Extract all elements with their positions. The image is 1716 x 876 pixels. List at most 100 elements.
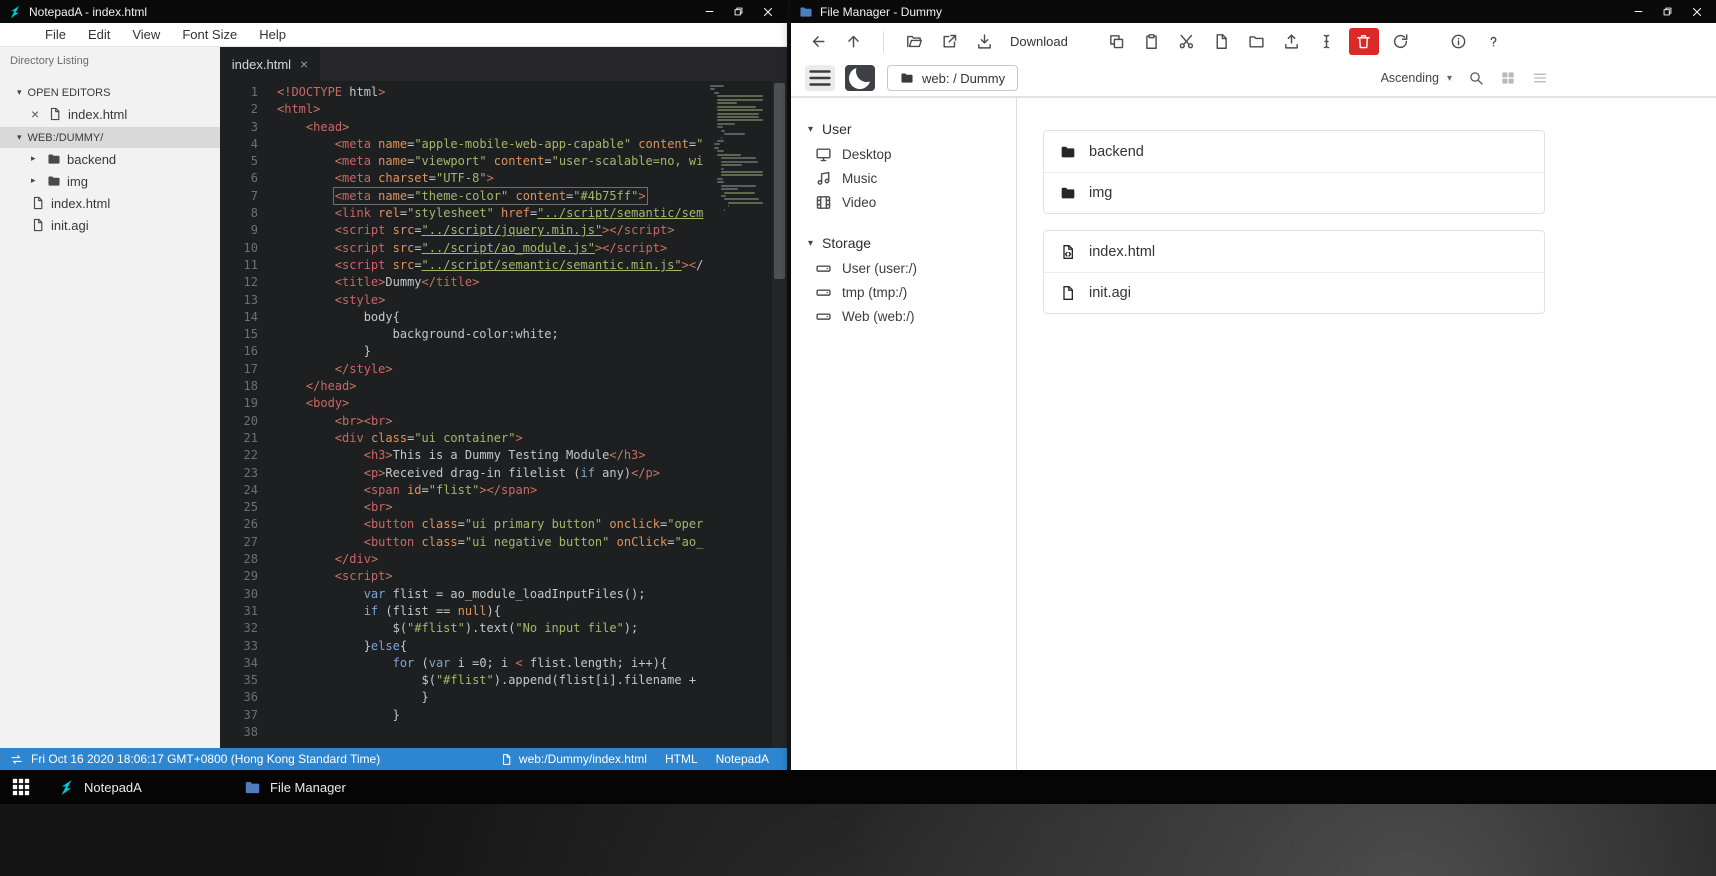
sidebar-item-desktop[interactable]: Desktop <box>791 142 1016 166</box>
dark-mode-button[interactable] <box>845 65 875 91</box>
caret-down-icon: ▾ <box>808 237 814 249</box>
cut-button[interactable] <box>1174 29 1200 55</box>
grid-view-icon[interactable] <box>1500 70 1516 86</box>
tree-item-index-html[interactable]: × index.html <box>0 103 220 125</box>
tree-item-img[interactable]: ▸ img <box>0 170 220 192</box>
open-in-new-button[interactable] <box>936 29 962 55</box>
menu-item-edit[interactable]: Edit <box>77 23 121 46</box>
sidebar-item-video[interactable]: Video <box>791 190 1016 214</box>
file-icon <box>500 753 513 766</box>
code-line: 30 var flist = ao_module_loadInputFiles(… <box>243 586 646 601</box>
menu-item-file[interactable]: File <box>34 23 77 46</box>
close-button[interactable] <box>1682 0 1711 23</box>
scrollbar-thumb[interactable] <box>774 83 785 279</box>
properties-button[interactable] <box>1446 29 1472 55</box>
code-line: 17 </style> <box>243 361 393 376</box>
file-row-backend[interactable]: backend <box>1044 131 1544 172</box>
code-line: 37 } <box>243 707 400 722</box>
download-button[interactable] <box>971 29 997 55</box>
file-row-index-html[interactable]: index.html <box>1044 231 1544 272</box>
rename-button[interactable] <box>1314 29 1340 55</box>
delete-button[interactable] <box>1348 28 1379 55</box>
search-icon[interactable] <box>1468 70 1484 86</box>
tree-section-web-dummy[interactable]: ▾ WEB:/DUMMY/ <box>0 127 220 148</box>
tree-item-init-agi[interactable]: init.agi <box>0 214 220 236</box>
statusbar-appname: NotepadA <box>715 752 769 766</box>
code-editor[interactable]: 1 <!DOCTYPE html> 2 <html> 3 <head> 4 <meta n… <box>220 81 787 748</box>
menu-button[interactable] <box>805 65 835 91</box>
caret-right-icon[interactable]: ▸ <box>31 176 41 186</box>
statusbar-language[interactable]: HTML <box>665 752 698 766</box>
start-menu-button[interactable] <box>11 777 31 797</box>
breadcrumb-path: web: / Dummy <box>922 70 1006 86</box>
folder-icon <box>1060 185 1076 201</box>
sidebar-item-music[interactable]: Music <box>791 166 1016 190</box>
code-line: 23 <p>Received drag-in filelist (if any)… <box>243 465 660 480</box>
sort-dropdown[interactable]: Ascending ▾ <box>1381 71 1452 85</box>
music-icon <box>815 170 832 187</box>
caret-right-icon[interactable]: ▸ <box>31 154 41 164</box>
code-line: 8 <link rel="stylesheet" href="../script… <box>250 206 704 221</box>
close-icon[interactable]: × <box>31 107 42 121</box>
editor-scrollbar[interactable] <box>772 81 787 748</box>
file-row-img[interactable]: img <box>1044 172 1544 213</box>
refresh-button[interactable] <box>1388 29 1414 55</box>
tab-index-html[interactable]: index.html × <box>220 47 320 81</box>
up-button[interactable] <box>840 29 866 55</box>
minimize-button[interactable] <box>695 0 724 23</box>
copy-button[interactable] <box>1104 29 1130 55</box>
restore-button[interactable] <box>724 0 753 23</box>
help-button[interactable] <box>1481 29 1507 55</box>
minimize-icon <box>704 6 715 17</box>
upload-button[interactable] <box>1279 29 1305 55</box>
tree-section-open-editors[interactable]: ▾ OPEN EDITORS <box>0 82 220 103</box>
editor-tabbar: index.html × <box>220 47 787 81</box>
copy-icon <box>1108 33 1125 50</box>
tree-item-backend[interactable]: ▸ backend <box>0 148 220 170</box>
sidebar-section-user[interactable]: ▾ User <box>791 116 1016 142</box>
paste-button[interactable] <box>1139 29 1165 55</box>
menu-item-help[interactable]: Help <box>248 23 297 46</box>
restore-button[interactable] <box>1653 0 1682 23</box>
download-label[interactable]: Download <box>1010 34 1068 49</box>
file-code-icon <box>1060 244 1076 260</box>
list-view-icon[interactable] <box>1532 70 1548 86</box>
minimize-button[interactable] <box>1624 0 1653 23</box>
caret-down-icon: ▾ <box>17 132 22 143</box>
tab-close-icon[interactable]: × <box>300 57 308 71</box>
code-line: 6 <meta charset="UTF-8"> <box>250 171 494 186</box>
folder-icon <box>47 152 61 166</box>
code-line: 20 <br><br> <box>243 413 393 428</box>
taskbar-item-notepada[interactable]: NotepadA <box>58 770 244 804</box>
code-line: 12 <title>Dummy</title> <box>243 275 480 290</box>
desktop-icon <box>815 146 832 163</box>
menu-item-view[interactable]: View <box>121 23 171 46</box>
sidebar-item-tmp-tmp[interactable]: tmp (tmp:/) <box>791 280 1016 304</box>
open-button[interactable] <box>901 29 927 55</box>
notepada-logo-icon <box>58 779 75 796</box>
film-icon <box>815 194 832 211</box>
menu-item-font-size[interactable]: Font Size <box>171 23 248 46</box>
taskbar-item-file-manager[interactable]: File Manager <box>244 770 430 804</box>
sidebar-item-web-web[interactable]: Web (web:/) <box>791 304 1016 328</box>
file-group: index.html init.agi <box>1043 230 1545 314</box>
sidebar-section-storage[interactable]: ▾ Storage <box>791 230 1016 256</box>
refresh-icon <box>1392 33 1409 50</box>
close-button[interactable] <box>753 0 782 23</box>
code-line: 29 <script> <box>243 569 393 584</box>
code-line: 19 <body> <box>243 396 350 411</box>
new-folder-button[interactable] <box>1244 29 1270 55</box>
tree-item-index-html[interactable]: index.html <box>0 192 220 214</box>
desktop: NotepadA - index.html File Edit View Font S… <box>0 0 1716 876</box>
minimap <box>710 85 768 216</box>
code-line: 22 <h3>This is a Dummy Testing Module</h… <box>243 448 646 463</box>
code-line: 5 <meta name="viewport" content="user-sc… <box>250 154 704 169</box>
notepada-titlebar: NotepadA - index.html <box>0 0 787 23</box>
breadcrumb[interactable]: web: / Dummy <box>887 65 1019 91</box>
new-file-button[interactable] <box>1209 29 1235 55</box>
file-row-init-agi[interactable]: init.agi <box>1044 272 1544 313</box>
sort-label: Ascending <box>1380 71 1439 85</box>
caret-down-icon: ▾ <box>17 87 22 98</box>
sidebar-item-user-user[interactable]: User (user:/) <box>791 256 1016 280</box>
back-button[interactable] <box>805 29 831 55</box>
